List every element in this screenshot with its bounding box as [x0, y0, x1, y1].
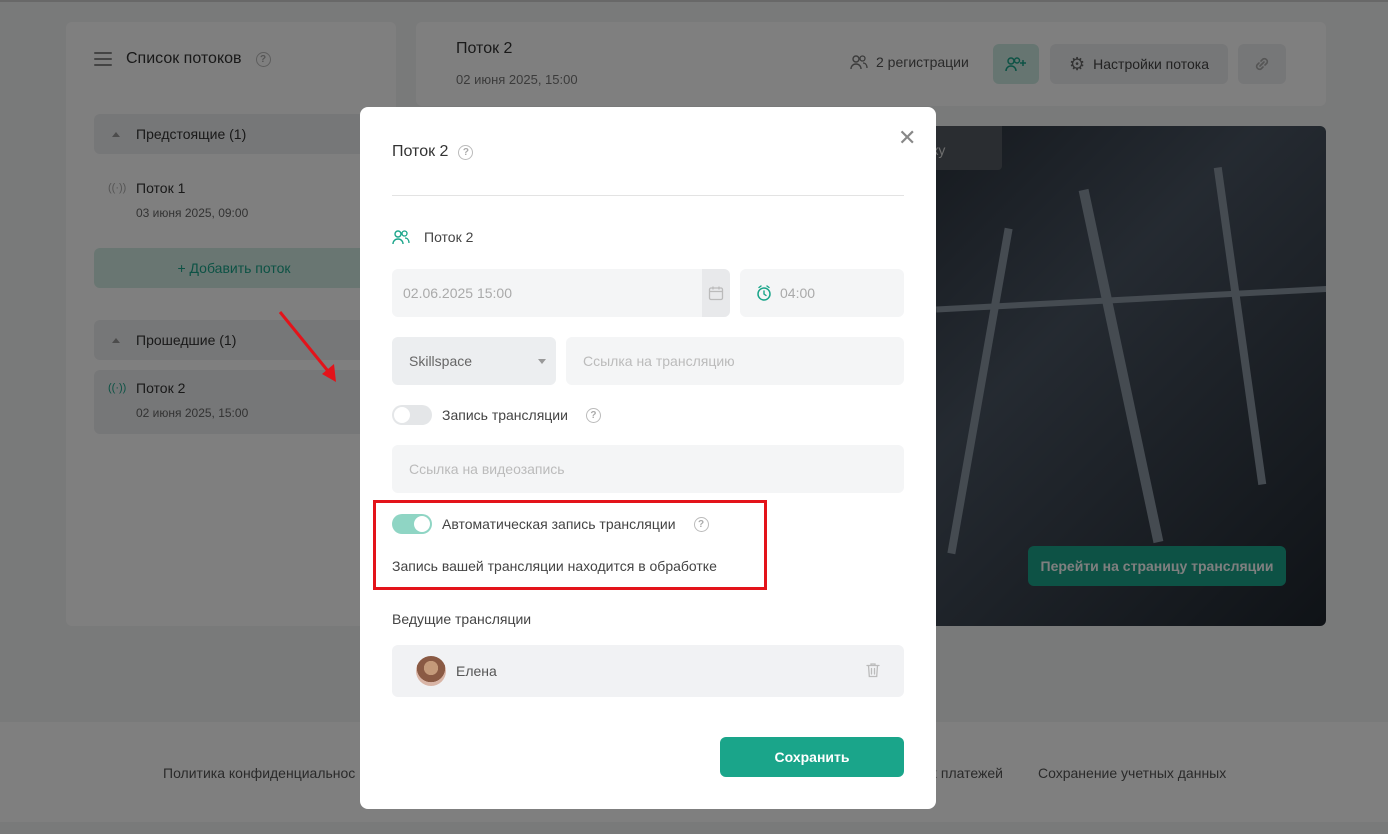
- date-value: 02.06.2025 15:00: [403, 285, 512, 301]
- help-icon[interactable]: ?: [458, 144, 474, 160]
- platform-value: Skillspace: [409, 353, 473, 369]
- avatar: [416, 656, 446, 686]
- save-button[interactable]: Сохранить: [720, 737, 904, 777]
- date-field[interactable]: 02.06.2025 15:00: [392, 269, 730, 317]
- clock-icon: [757, 285, 771, 301]
- stream-edit-modal: Поток 2 ? ✕ Поток 2 02.06.2025 15:00 04:…: [360, 107, 936, 809]
- modal-stream-name: Поток 2: [392, 229, 473, 245]
- recording-toggle[interactable]: [392, 405, 432, 425]
- duration-field[interactable]: 04:00: [740, 269, 904, 317]
- platform-select[interactable]: Skillspace: [392, 337, 556, 385]
- host-name: Елена: [456, 663, 497, 679]
- modal-title-text: Поток 2: [392, 143, 449, 160]
- recording-toggle-row: Запись трансляции ?: [392, 405, 601, 425]
- stream-link-placeholder: Ссылка на трансляцию: [583, 353, 735, 369]
- annotation-highlight-box: [373, 500, 767, 590]
- stream-name-label: Поток 2: [424, 229, 474, 245]
- video-link-input[interactable]: Ссылка на видеозапись: [392, 445, 904, 493]
- host-row: Елена: [392, 645, 904, 697]
- users-icon: [392, 230, 410, 245]
- video-link-placeholder: Ссылка на видеозапись: [409, 461, 565, 477]
- trash-icon[interactable]: [866, 662, 880, 683]
- stream-link-input[interactable]: Ссылка на трансляцию: [566, 337, 904, 385]
- calendar-icon[interactable]: [702, 269, 730, 317]
- hosts-label: Ведущие трансляции: [392, 611, 532, 627]
- help-icon[interactable]: ?: [585, 407, 601, 423]
- chevron-down-icon: [538, 359, 546, 364]
- close-icon[interactable]: ✕: [898, 127, 916, 149]
- duration-value: 04:00: [780, 285, 816, 301]
- modal-divider: [392, 195, 904, 196]
- annotation-arrow: [278, 311, 336, 382]
- modal-title: Поток 2 ?: [392, 143, 474, 161]
- recording-label: Запись трансляции: [442, 407, 568, 423]
